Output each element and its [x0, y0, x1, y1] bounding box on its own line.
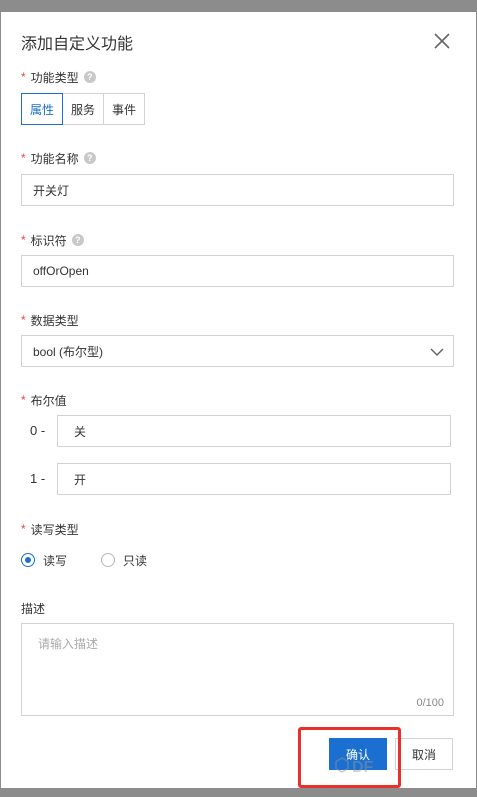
func-type-option-property[interactable]: 属性: [21, 93, 64, 125]
func-type-option-service[interactable]: 服务: [62, 93, 105, 125]
radio-checked-icon: [21, 553, 35, 567]
bool-1-prefix: 1 -: [30, 471, 46, 486]
rw-type-label: * 读写类型: [21, 521, 79, 537]
rw-type-option-readwrite: 读写: [43, 553, 68, 568]
rw-type-option-readonly: 只读: [123, 553, 148, 568]
rw-type-radio-readonly[interactable]: 只读: [101, 552, 147, 569]
bool-1-input[interactable]: 开: [57, 463, 451, 495]
help-icon[interactable]: ?: [83, 71, 96, 83]
required-mark: *: [21, 70, 26, 84]
bool-value-label-text: 布尔值: [30, 393, 67, 408]
identifier-input[interactable]: offOrOpen: [21, 255, 454, 287]
description-char-count: 0/100: [416, 697, 444, 709]
required-mark: *: [21, 313, 26, 327]
required-mark: *: [21, 393, 26, 407]
description-textarea[interactable]: 请输入描述 0/100: [21, 623, 454, 716]
func-type-option-event[interactable]: 事件: [103, 93, 146, 125]
confirm-button[interactable]: 确认: [329, 738, 387, 770]
description-label-text: 描述: [21, 601, 46, 616]
required-mark: *: [21, 151, 26, 165]
dialog-title: 添加自定义功能: [21, 36, 134, 53]
cancel-button[interactable]: 取消: [395, 738, 453, 770]
func-type-label: * 功能类型 ?: [21, 69, 96, 85]
chevron-down-icon: [430, 345, 444, 362]
rw-type-label-text: 读写类型: [30, 522, 79, 537]
bool-0-value: 关: [74, 424, 87, 439]
data-type-label-text: 数据类型: [30, 313, 79, 328]
data-type-label: * 数据类型: [21, 312, 79, 328]
identifier-value: offOrOpen: [33, 264, 89, 278]
identifier-label: * 标识符 ?: [21, 232, 84, 248]
add-custom-function-dialog: 添加自定义功能 * 功能类型 ? 属性 服务 事件 * 功能名称 ? 开关灯 *…: [1, 12, 476, 788]
required-mark: *: [21, 233, 26, 247]
help-icon[interactable]: ?: [83, 152, 96, 164]
func-type-segmented: 属性 服务 事件: [21, 93, 146, 125]
identifier-label-text: 标识符: [30, 233, 67, 248]
rw-type-radio-group: 读写 只读: [21, 552, 181, 568]
func-name-value: 开关灯: [33, 183, 70, 198]
bool-1-value: 开: [74, 472, 87, 487]
func-name-label-text: 功能名称: [30, 151, 79, 166]
close-icon[interactable]: [431, 30, 453, 52]
bool-0-prefix: 0 -: [30, 423, 46, 438]
help-icon[interactable]: ?: [71, 234, 84, 246]
func-type-label-text: 功能类型: [30, 70, 79, 85]
data-type-select[interactable]: bool (布尔型): [21, 335, 454, 367]
description-placeholder: 请输入描述: [38, 637, 99, 651]
required-mark: *: [21, 522, 26, 536]
bool-0-input[interactable]: 关: [57, 415, 451, 447]
radio-unchecked-icon: [101, 553, 116, 567]
func-name-label: * 功能名称 ?: [21, 150, 96, 166]
func-name-input[interactable]: 开关灯: [21, 174, 454, 206]
rw-type-radio-readwrite[interactable]: 读写: [21, 552, 67, 569]
description-label: 描述: [21, 600, 45, 616]
bool-value-label: * 布尔值: [21, 392, 67, 408]
data-type-value: bool (布尔型): [33, 344, 104, 359]
